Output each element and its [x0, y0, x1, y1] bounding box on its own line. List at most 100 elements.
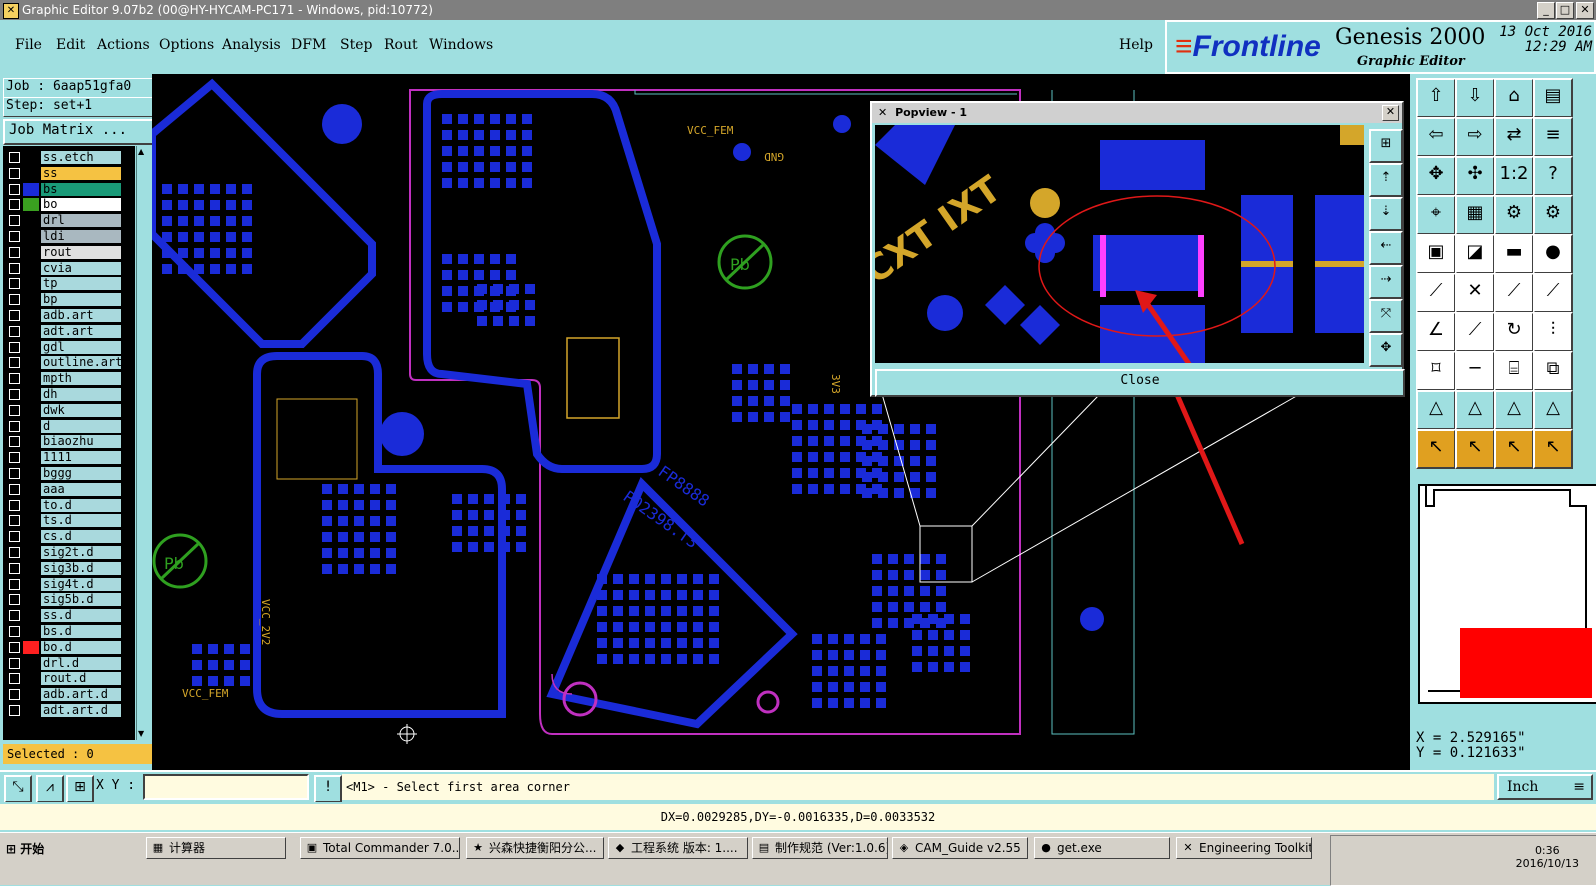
shape-tool-3-icon[interactable]: △ [1494, 390, 1534, 430]
snap-tool-1-icon[interactable]: ⟋ [1416, 273, 1456, 313]
measure-icon[interactable]: ⩘ [36, 775, 64, 803]
menu-help[interactable]: Help [1119, 37, 1153, 53]
draw-tool-3-icon[interactable]: ▬ [1494, 234, 1534, 274]
layer-row[interactable]: d [3, 419, 135, 434]
layer-name[interactable]: cvia [41, 261, 121, 275]
layer-checkbox[interactable] [9, 531, 20, 543]
layer-checkbox[interactable] [9, 657, 20, 669]
maximize-button[interactable]: □ [1556, 2, 1574, 19]
layer-name[interactable]: d [41, 419, 121, 433]
layer-row[interactable]: adt.art [3, 324, 135, 339]
snap-icon[interactable]: ⤡ [4, 775, 32, 803]
layer-row[interactable]: bs.d [3, 624, 135, 639]
taskbar-item[interactable]: ◆ 工程系统 版本: 1.... [608, 837, 748, 859]
layer-row[interactable]: cvia [3, 261, 135, 276]
layer-row[interactable]: sig5b.d [3, 592, 135, 607]
layer-color-swatch[interactable] [23, 388, 39, 401]
layer-checkbox[interactable] [9, 262, 20, 274]
layer-color-swatch[interactable] [23, 261, 39, 275]
layer-checkbox[interactable] [9, 452, 20, 464]
taskbar-item[interactable]: ▣ Total Commander 7.0... [300, 837, 460, 859]
layer-row[interactable]: ss.etch [3, 150, 135, 165]
layer-name[interactable]: ts.d [41, 514, 121, 528]
layer-row[interactable]: dh [3, 387, 135, 402]
draw-tool-2-icon[interactable]: ◪ [1455, 234, 1495, 274]
layer-color-swatch[interactable] [23, 419, 39, 433]
layer-row[interactable]: gdl [3, 340, 135, 355]
edit-tool-4-icon[interactable]: ⫶ [1533, 312, 1573, 352]
layer-scrollbar[interactable]: ▲ ▼ [136, 146, 150, 740]
layer-color-swatch[interactable] [23, 482, 39, 496]
layer-checkbox[interactable] [9, 215, 20, 227]
layer-name[interactable]: ss.etch [41, 151, 121, 164]
mode-tool-4-icon[interactable]: ⚙ [1533, 195, 1573, 235]
layer-name[interactable]: outline.art [41, 356, 122, 370]
start-button[interactable]: ⊞ 开始 [2, 837, 66, 861]
popview-right-button[interactable]: ⇢ [1369, 265, 1403, 299]
layer-color-swatch[interactable] [23, 577, 39, 591]
layer-row[interactable]: sig4t.d [3, 577, 135, 592]
pointer-tool-4-icon[interactable]: ↖ [1533, 429, 1573, 469]
layer-color-swatch[interactable] [23, 672, 39, 686]
layer-color-swatch[interactable] [23, 498, 39, 512]
layer-name[interactable]: to.d [41, 498, 121, 512]
taskbar-item[interactable]: ▤ 制作规范 (Ver:1.0.6) [752, 837, 888, 859]
shape-tool-1-icon[interactable]: △ [1416, 390, 1456, 430]
layer-row[interactable]: bggg [3, 466, 135, 481]
layer-row[interactable]: adt.art.d [3, 703, 135, 718]
layer-checkbox[interactable] [9, 689, 20, 701]
units-menu-icon[interactable]: ≡ [1573, 776, 1585, 798]
layer-row[interactable]: to.d [3, 498, 135, 513]
move-tool-3-icon[interactable]: ⇄ [1494, 117, 1534, 157]
layer-name[interactable]: sig5b.d [41, 593, 121, 607]
zoom-tool-1-icon[interactable]: ⇧ [1416, 78, 1456, 118]
layer-color-swatch[interactable] [23, 451, 39, 465]
layer-color-swatch[interactable] [23, 640, 39, 654]
layer-row[interactable]: rout [3, 245, 135, 260]
minimize-button[interactable]: _ [1537, 2, 1555, 19]
taskbar-item[interactable]: ▦ 计算器 [146, 837, 286, 859]
layer-name[interactable]: dwk [41, 403, 121, 417]
snap-tool-4-icon[interactable]: ⟋ [1533, 273, 1573, 313]
layer-name[interactable]: rout.d [41, 672, 121, 686]
popview-image[interactable]: CXT IXT [875, 125, 1364, 363]
info-icon[interactable]: ! [314, 775, 342, 803]
layer-checkbox[interactable] [9, 562, 20, 574]
layer-checkbox[interactable] [9, 499, 20, 511]
menu-options[interactable]: Options [159, 37, 214, 53]
menu-file[interactable]: File [15, 37, 42, 53]
layer-name[interactable]: dh [41, 388, 121, 401]
menu-edit[interactable]: Edit [56, 37, 85, 53]
layer-color-swatch[interactable] [23, 309, 39, 322]
layer-checkbox[interactable] [9, 325, 20, 337]
layer-color-swatch[interactable] [23, 656, 39, 670]
layer-name[interactable]: sig2t.d [41, 546, 121, 559]
layer-checkbox[interactable] [9, 420, 20, 432]
popview-zoom-in-button[interactable]: ⊞ [1369, 129, 1403, 163]
snap-tool-3-icon[interactable]: ⟋ [1494, 273, 1534, 313]
layer-row[interactable]: tp [3, 276, 135, 291]
layer-checkbox[interactable] [9, 468, 20, 479]
popview-fit-button[interactable]: ⤧ [1369, 299, 1403, 333]
layer-color-swatch[interactable] [23, 704, 39, 717]
layer-row[interactable]: ss [3, 166, 135, 181]
select-tool-1-icon[interactable]: ⌑ [1416, 351, 1456, 391]
layer-name[interactable]: mpth [41, 372, 121, 386]
shape-tool-2-icon[interactable]: △ [1455, 390, 1495, 430]
layer-name[interactable]: biaozhu [41, 435, 121, 449]
layer-color-swatch[interactable] [23, 151, 39, 164]
layer-name[interactable]: bo [41, 198, 121, 212]
layer-color-swatch[interactable] [23, 324, 39, 338]
scroll-up-icon[interactable]: ▲ [138, 148, 148, 156]
layer-checkbox[interactable] [9, 626, 20, 637]
layer-name[interactable]: drl [41, 214, 121, 228]
move-tool-4-icon[interactable]: ≡ [1533, 117, 1573, 157]
layer-row[interactable]: aaa [3, 482, 135, 497]
fit-tool-4-icon[interactable]: ? [1533, 156, 1573, 196]
move-tool-1-icon[interactable]: ⇦ [1416, 117, 1456, 157]
scroll-down-icon[interactable]: ▼ [138, 730, 148, 738]
fit-tool-3-icon[interactable]: 1:2 [1494, 156, 1534, 196]
layer-checkbox[interactable] [9, 547, 20, 558]
move-tool-2-icon[interactable]: ⇨ [1455, 117, 1495, 157]
select-tool-4-icon[interactable]: ⧉ [1533, 351, 1573, 391]
